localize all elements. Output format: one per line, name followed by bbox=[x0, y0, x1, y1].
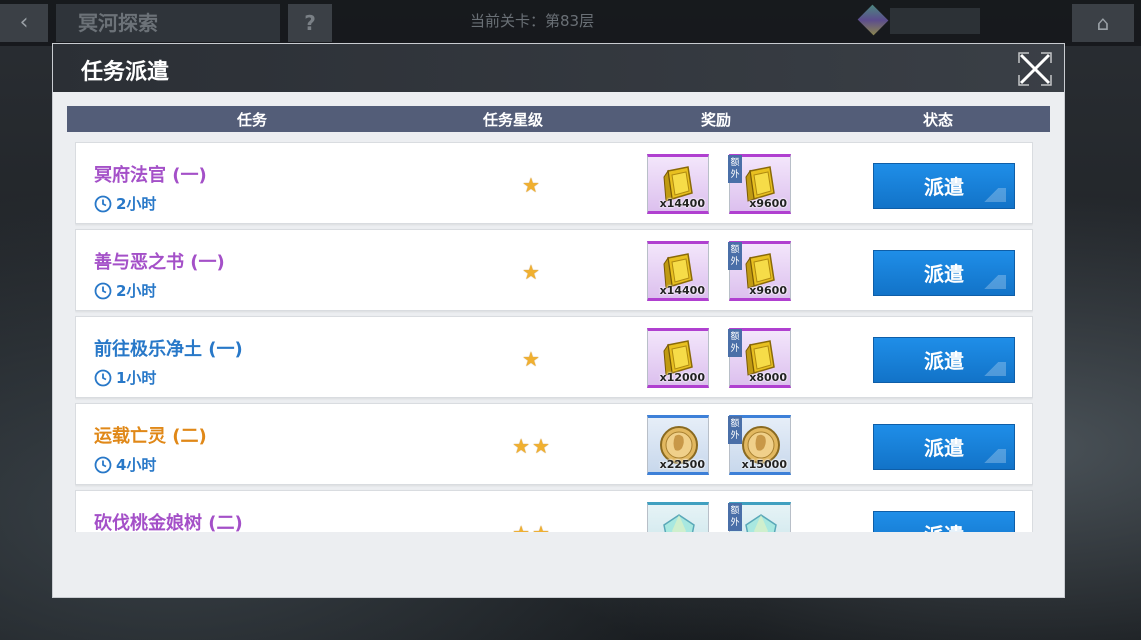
close-icon bbox=[1018, 52, 1052, 86]
task-row: 前往极乐净土 (一) 1小时 ★ x12000 额外 x8000 派遣 bbox=[75, 316, 1033, 398]
reward-quantity: x12000 bbox=[659, 371, 705, 384]
star-rating: ★★ bbox=[488, 521, 576, 532]
extra-badge: 额外 bbox=[728, 503, 742, 531]
star-rating: ★★ bbox=[512, 434, 552, 458]
dialog-title: 任务派遣 bbox=[81, 60, 170, 85]
home-button[interactable]: ⌂ bbox=[1072, 4, 1134, 42]
dispatch-button[interactable]: 派遣 bbox=[873, 424, 1015, 470]
resource-counter bbox=[890, 8, 980, 34]
column-task: 任务 bbox=[237, 111, 268, 129]
task-row: 冥府法官 (一) 2小时 ★ x14400 额外 x9600 派遣 bbox=[75, 142, 1033, 224]
top-bar: ‹ 冥河探索 ? 当前关卡：第83层 ⌂ bbox=[0, 0, 1141, 46]
clock-icon bbox=[94, 369, 112, 386]
task-duration: 1小时 bbox=[94, 367, 156, 388]
column-stars: 任务星级 bbox=[483, 111, 544, 129]
column-status: 状态 bbox=[923, 111, 954, 129]
gem-icon bbox=[857, 4, 889, 36]
extra-badge: 额外 bbox=[728, 329, 742, 357]
task-duration-text: 4小时 bbox=[116, 456, 157, 474]
extra-reward-item[interactable]: 额外 x9600 bbox=[728, 154, 791, 214]
screen-title: 冥河探索 bbox=[56, 4, 280, 42]
help-button[interactable]: ? bbox=[288, 4, 332, 42]
dispatch-button[interactable]: 派遣 bbox=[873, 511, 1015, 532]
task-name: 前往极乐净土 (一) bbox=[94, 339, 243, 360]
task-duration: 2小时 bbox=[94, 280, 156, 301]
task-row: 砍伐桃金娘树 (二) ★★ 额外 派遣 bbox=[75, 490, 1033, 532]
reward-quantity: x22500 bbox=[659, 458, 705, 471]
back-button[interactable]: ‹ bbox=[0, 4, 48, 42]
extra-badge: 额外 bbox=[728, 155, 742, 183]
extra-reward-item[interactable]: 额外 x9600 bbox=[728, 241, 791, 301]
extra-reward-quantity: x8000 bbox=[749, 371, 787, 384]
crystal-icon bbox=[745, 514, 777, 532]
task-name: 善与恶之书 (一) bbox=[94, 252, 225, 273]
extra-reward-quantity: x15000 bbox=[741, 458, 787, 471]
extra-reward-quantity: x9600 bbox=[749, 284, 787, 297]
task-duration-text: 1小时 bbox=[116, 369, 157, 387]
task-duration: 4小时 bbox=[94, 454, 156, 475]
task-row: 运载亡灵 (二) 4小时 ★★ x22500 额外 x15000 派遣 bbox=[75, 403, 1033, 485]
extra-reward-quantity: x9600 bbox=[749, 197, 787, 210]
current-level: 当前关卡：第83层 bbox=[470, 12, 595, 30]
task-duration-text: 2小时 bbox=[116, 195, 157, 213]
clock-icon bbox=[94, 195, 112, 212]
task-name: 砍伐桃金娘树 (二) bbox=[94, 513, 243, 532]
reward-item[interactable] bbox=[647, 502, 709, 532]
task-duration-text: 2小时 bbox=[116, 282, 157, 300]
dialog-header: 任务派遣 bbox=[53, 44, 1064, 92]
reward-item[interactable]: x14400 bbox=[647, 154, 709, 214]
reward-quantity: x14400 bbox=[659, 197, 705, 210]
close-button[interactable] bbox=[1017, 51, 1053, 87]
star-rating: ★ bbox=[522, 260, 542, 284]
clock-icon bbox=[94, 456, 112, 473]
task-name: 冥府法官 (一) bbox=[94, 165, 207, 186]
star-rating: ★ bbox=[522, 347, 542, 371]
dispatch-button[interactable]: 派遣 bbox=[873, 250, 1015, 296]
extra-reward-item[interactable]: 额外 x15000 bbox=[728, 415, 791, 475]
reward-item[interactable]: x12000 bbox=[647, 328, 709, 388]
extra-reward-item[interactable]: 额外 x8000 bbox=[728, 328, 791, 388]
column-header: 任务 任务星级 奖励 状态 bbox=[67, 106, 1050, 132]
dispatch-button[interactable]: 派遣 bbox=[873, 337, 1015, 383]
reward-item[interactable]: x14400 bbox=[647, 241, 709, 301]
dispatch-button[interactable]: 派遣 bbox=[873, 163, 1015, 209]
task-dispatch-dialog: 任务派遣 任务 任务星级 奖励 状态 冥府法官 (一) 2小时 ★ x14400 额外 x… bbox=[53, 44, 1064, 597]
column-reward: 奖励 bbox=[701, 111, 732, 129]
clock-icon bbox=[94, 282, 112, 299]
task-duration: 2小时 bbox=[94, 193, 156, 214]
star-rating: ★ bbox=[522, 173, 542, 197]
task-name: 运载亡灵 (二) bbox=[94, 426, 207, 447]
reward-quantity: x14400 bbox=[659, 284, 705, 297]
task-list[interactable]: 冥府法官 (一) 2小时 ★ x14400 额外 x9600 派遣 善与恶之书 (一) 2小时 ★… bbox=[75, 142, 1033, 532]
reward-item[interactable]: x22500 bbox=[647, 415, 709, 475]
extra-badge: 额外 bbox=[728, 242, 742, 270]
extra-badge: 额外 bbox=[728, 416, 742, 444]
task-row: 善与恶之书 (一) 2小时 ★ x14400 额外 x9600 派遣 bbox=[75, 229, 1033, 311]
crystal-icon bbox=[663, 514, 695, 532]
extra-reward-item[interactable]: 额外 bbox=[728, 502, 791, 532]
